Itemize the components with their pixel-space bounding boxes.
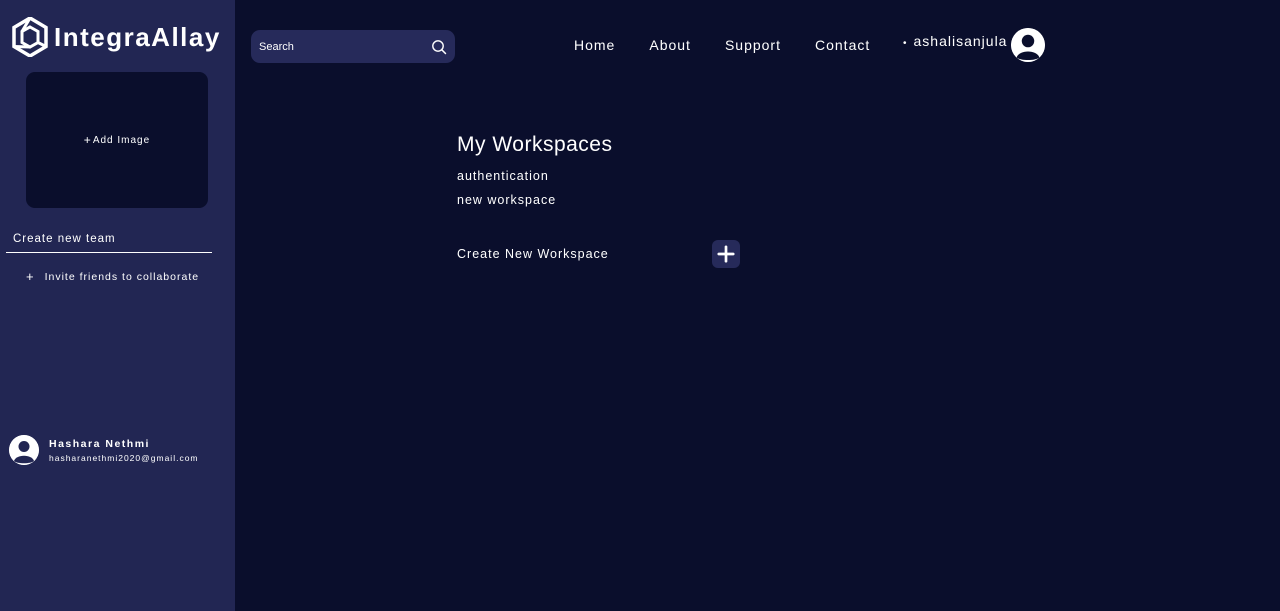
create-team-button[interactable]: Create new team bbox=[6, 233, 212, 253]
search-box bbox=[251, 30, 455, 63]
nav-support[interactable]: Support bbox=[725, 37, 781, 53]
top-nav: Home About Support Contact bbox=[574, 37, 870, 53]
account-menu[interactable]: • ashalisanjula bbox=[903, 28, 1046, 62]
search-icon[interactable] bbox=[431, 39, 447, 55]
user-avatar-icon[interactable] bbox=[1011, 28, 1046, 62]
account-username: ashalisanjula bbox=[913, 33, 1008, 49]
plus-icon bbox=[717, 245, 735, 263]
user-email: hasharanethmi2020@gmail.com bbox=[49, 452, 199, 463]
bullet-icon: • bbox=[903, 37, 907, 49]
plus-icon: + bbox=[26, 269, 35, 284]
add-image-button[interactable]: + Add Image bbox=[26, 72, 208, 208]
workspace-item[interactable]: new workspace bbox=[457, 193, 612, 217]
workspace-item[interactable]: authentication bbox=[457, 169, 612, 193]
add-workspace-button[interactable] bbox=[712, 240, 740, 268]
sidebar-user[interactable]: Hashara Nethmi hasharanethmi2020@gmail.c… bbox=[9, 435, 199, 465]
user-avatar-icon bbox=[9, 435, 39, 465]
sidebar: IntegraAllay + Add Image Create new team… bbox=[0, 0, 235, 611]
nav-about[interactable]: About bbox=[649, 37, 691, 53]
create-workspace-label: Create New Workspace bbox=[457, 247, 609, 261]
workspace-list: authentication new workspace bbox=[457, 169, 612, 217]
nav-home[interactable]: Home bbox=[574, 37, 615, 53]
invite-label: Invite friends to collaborate bbox=[44, 270, 200, 283]
workspaces-section: My Workspaces authentication new workspa… bbox=[457, 133, 612, 217]
create-workspace-row: Create New Workspace bbox=[457, 240, 740, 268]
invite-friends-button[interactable]: + Invite friends to collaborate bbox=[26, 269, 199, 284]
user-name: Hashara Nethmi bbox=[49, 437, 150, 450]
logo-icon bbox=[12, 17, 48, 57]
nav-contact[interactable]: Contact bbox=[815, 37, 870, 53]
page-title: My Workspaces bbox=[457, 133, 613, 156]
plus-icon: + bbox=[83, 133, 92, 147]
create-team-label: Create new team bbox=[13, 233, 116, 245]
search-input[interactable] bbox=[259, 40, 431, 53]
app-logo[interactable]: IntegraAllay bbox=[12, 17, 221, 57]
add-image-label: Add Image bbox=[92, 134, 151, 146]
app-name: IntegraAllay bbox=[54, 21, 221, 52]
